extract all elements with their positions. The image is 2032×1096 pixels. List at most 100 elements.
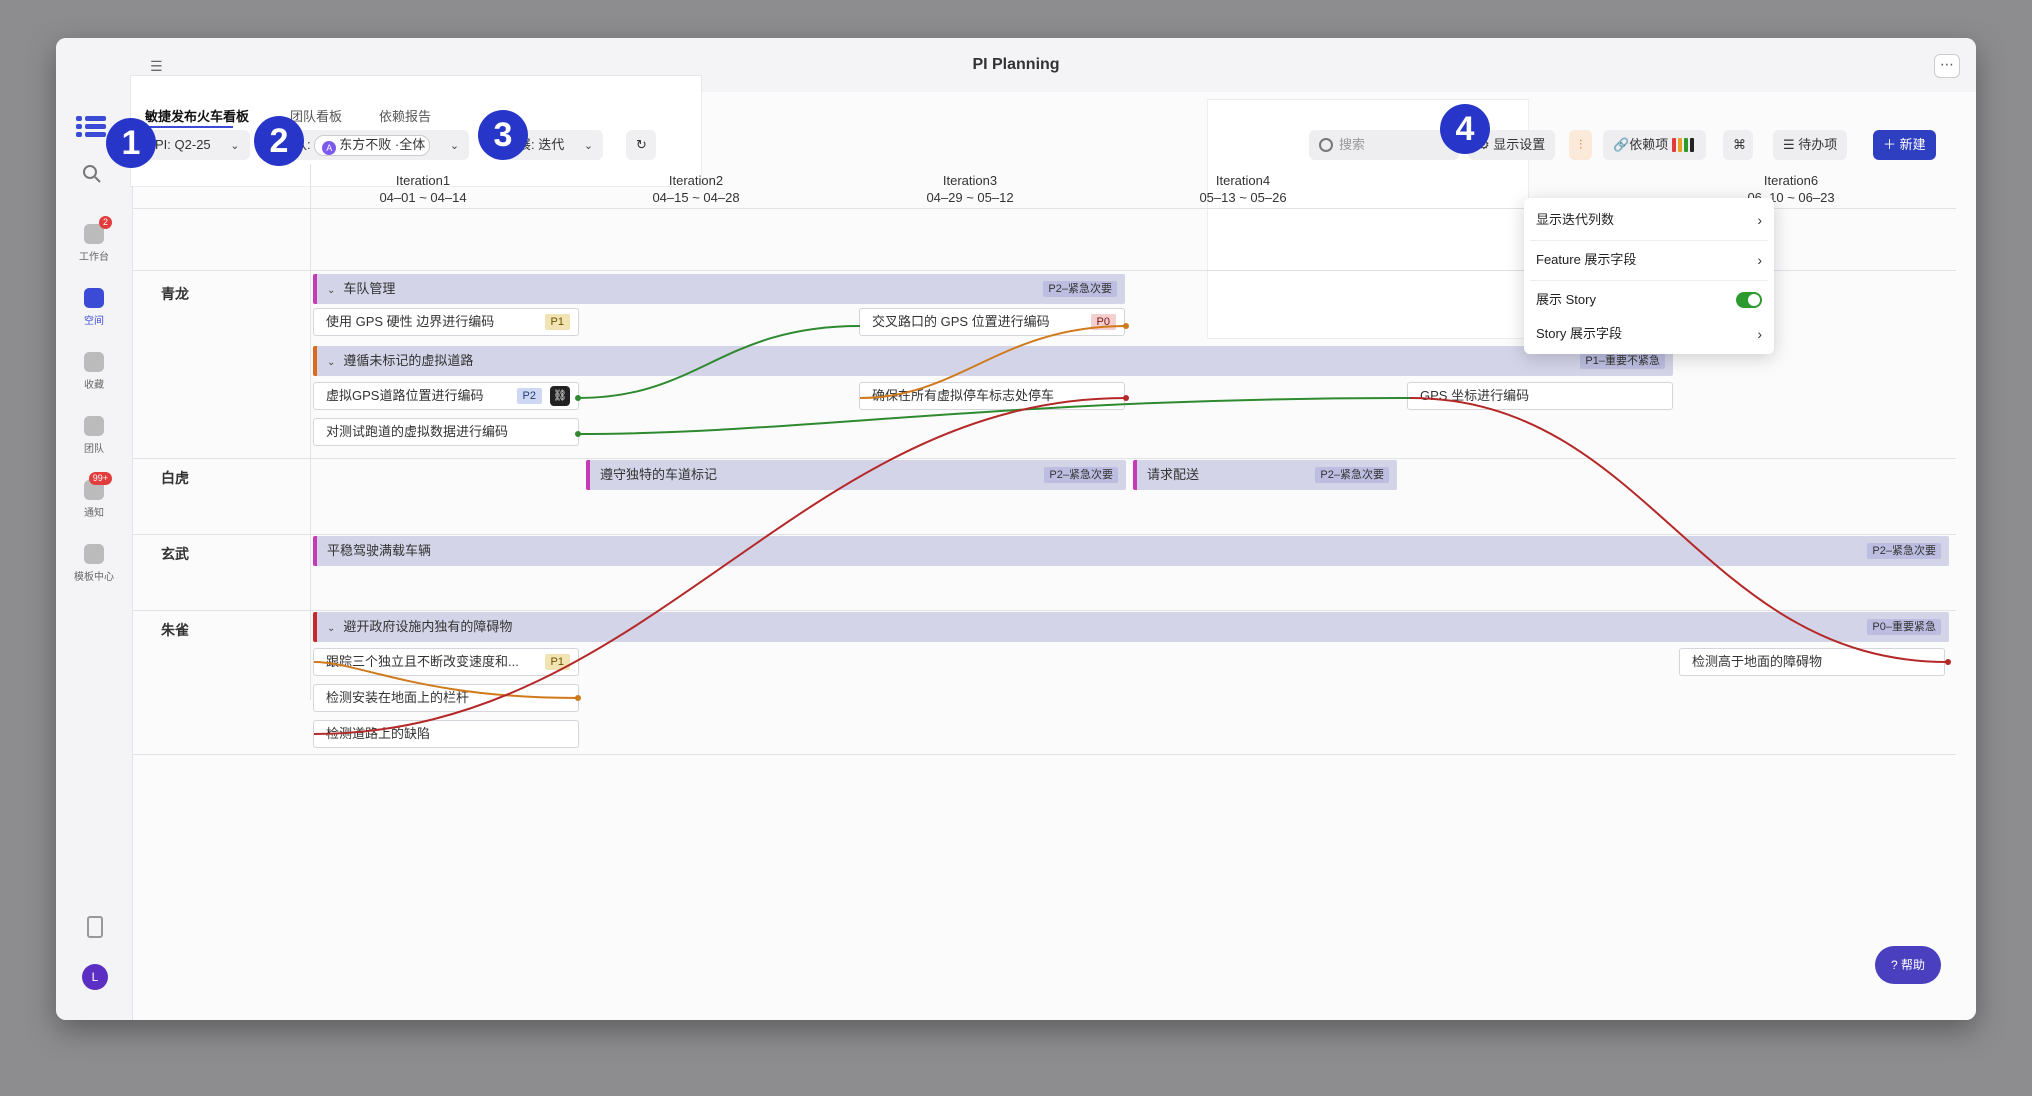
team-icon bbox=[84, 416, 104, 436]
iteration-range: 04–15 ~ 04–28 bbox=[652, 190, 740, 205]
iteration-name: Iteration4 bbox=[1215, 173, 1271, 188]
search-icon bbox=[1319, 138, 1333, 152]
feature-bar[interactable]: ⌄ 遵循未标记的虚拟道路 P1–重要不紧急 bbox=[313, 346, 1673, 376]
chevron-right-icon: › bbox=[1757, 326, 1762, 342]
priority-badge: P2–紧急次要 bbox=[1043, 281, 1117, 297]
story-card[interactable]: 检测道路上的缺陷 bbox=[313, 720, 579, 748]
story-card[interactable]: GPS 坐标进行编码 bbox=[1407, 382, 1673, 410]
refresh-button[interactable]: ↻ bbox=[626, 130, 656, 160]
story-title: GPS 坐标进行编码 bbox=[1420, 388, 1530, 403]
search-input[interactable]: 搜索 bbox=[1309, 130, 1459, 160]
link-icon[interactable]: ⛓ bbox=[550, 386, 570, 406]
active-tab-indicator bbox=[145, 126, 233, 128]
help-label: 帮助 bbox=[1901, 958, 1926, 972]
question-icon: ? bbox=[1890, 958, 1901, 972]
mobile-icon[interactable] bbox=[87, 916, 103, 938]
iteration-name: Iteration1 bbox=[395, 173, 451, 188]
feature-title: 遵守独特的车道标记 bbox=[600, 467, 718, 482]
swimlane-toggle-button[interactable]: ⫶ bbox=[1569, 130, 1593, 160]
refresh-icon: ↻ bbox=[636, 137, 647, 152]
sidebar-item-favorites[interactable]: 收藏 bbox=[56, 352, 132, 391]
tab-team-board[interactable]: 团队看板 bbox=[290, 106, 342, 125]
grid-icon bbox=[84, 544, 104, 564]
story-priority-tag: P1 bbox=[544, 314, 570, 330]
new-button[interactable]: ＋ 新建 bbox=[1873, 130, 1936, 160]
chevron-right-icon: › bbox=[1757, 252, 1762, 268]
feature-bar[interactable]: 遵守独特的车道标记 P2–紧急次要 bbox=[586, 460, 1126, 490]
menu-item-iteration-columns[interactable]: 显示迭代列数 › bbox=[1536, 210, 1762, 230]
story-title: 检测高于地面的障碍物 bbox=[1692, 654, 1823, 669]
menu-item-label: Feature 展示字段 bbox=[1536, 252, 1637, 267]
story-title: 使用 GPS 硬性 边界进行编码 bbox=[326, 314, 495, 329]
team-row-label: 青龙 bbox=[161, 286, 189, 302]
sidebar-item-team[interactable]: 团队 bbox=[56, 416, 132, 455]
main-content: 敏捷发布火车看板 团队看板 依赖报告 PI: Q2-25 ⌄ 团队: A东方不败… bbox=[131, 76, 1976, 1020]
help-button[interactable]: ? 帮助 bbox=[1875, 946, 1941, 984]
notification-badge: 2 bbox=[98, 216, 112, 229]
feature-bar[interactable]: 平稳驾驶满载车辆 P2–紧急次要 bbox=[313, 536, 1949, 566]
sidebar-item-templates[interactable]: 模板中心 bbox=[56, 544, 132, 583]
page-title: PI Planning bbox=[972, 56, 1060, 73]
sidebar-item-space[interactable]: 空间 bbox=[56, 288, 132, 327]
priority-badge: P1–重要不紧急 bbox=[1580, 353, 1665, 369]
sidebar-item-workbench[interactable]: 2 工作台 bbox=[56, 216, 132, 263]
chevron-down-icon: ⌄ bbox=[583, 140, 594, 152]
hierarchy-button[interactable]: ⌘ bbox=[1723, 130, 1753, 160]
tab-dependency-report[interactable]: 依赖报告 bbox=[379, 106, 431, 125]
avatar[interactable]: L bbox=[82, 964, 108, 990]
sidebar-item-label: 模板中心 bbox=[74, 572, 114, 583]
grid-column-divider bbox=[310, 164, 311, 700]
iteration-name: Iteration3 bbox=[942, 173, 998, 188]
story-card[interactable]: 确保在所有虚拟停车标志处停车 bbox=[859, 382, 1125, 410]
bell-icon: 99+ bbox=[84, 472, 112, 500]
dependencies-button[interactable]: 🔗依赖项 bbox=[1603, 130, 1707, 163]
callout-number: 2 bbox=[254, 116, 304, 166]
chevron-down-icon[interactable]: ⌄ bbox=[327, 614, 335, 642]
menu-item-feature-fields[interactable]: Feature 展示字段 › bbox=[1536, 250, 1762, 270]
feature-bar[interactable]: ⌄ 车队管理 P2–紧急次要 bbox=[313, 274, 1125, 304]
app-window: ☰ PI Planning ⋯ 2 工作台 空间 收藏 团队 99+ 通知 模板… bbox=[56, 38, 1976, 1020]
sidebar-item-label: 团队 bbox=[84, 444, 104, 455]
story-card[interactable]: 检测高于地面的障碍物 bbox=[1679, 648, 1945, 676]
feature-title: 请求配送 bbox=[1147, 467, 1200, 482]
tab-release-train-board[interactable]: 敏捷发布火车看板 bbox=[145, 106, 249, 125]
iteration-header-2: Iteration2 04–15 ~ 04–28 bbox=[596, 172, 796, 206]
team-filter-text: 东方不败 ·全体 bbox=[339, 137, 426, 152]
story-card[interactable]: 对测试跑道的虚拟数据进行编码 bbox=[313, 418, 579, 446]
new-label: 新建 bbox=[1899, 137, 1926, 152]
story-card[interactable]: 交叉路口的 GPS 位置进行编码 P0 bbox=[859, 308, 1125, 336]
iteration-name: Iteration6 bbox=[1763, 173, 1819, 188]
story-priority-tag: P1 bbox=[544, 654, 570, 670]
feature-bar[interactable]: ⌄ 避开政府设施内独有的障碍物 P0–重要紧急 bbox=[313, 612, 1949, 642]
team-row-label: 白虎 bbox=[161, 470, 189, 486]
feature-bar[interactable]: 请求配送 P2–紧急次要 bbox=[1133, 460, 1397, 490]
menu-item-show-story[interactable]: 展示 Story bbox=[1536, 290, 1762, 310]
story-priority-tag: P0 bbox=[1090, 314, 1116, 330]
grid-divider bbox=[133, 534, 1956, 535]
show-story-toggle[interactable] bbox=[1736, 292, 1762, 308]
callout-number: 3 bbox=[478, 110, 528, 160]
app-logo-icon bbox=[76, 116, 106, 137]
chevron-down-icon[interactable]: ⌄ bbox=[327, 348, 335, 376]
grid-divider bbox=[133, 754, 1956, 755]
pi-filter-label: PI: bbox=[155, 137, 171, 152]
more-options-button[interactable]: ⋯ bbox=[1934, 54, 1960, 78]
plus-icon: ＋ bbox=[1883, 137, 1900, 152]
menu-divider bbox=[1530, 240, 1768, 241]
space-icon bbox=[84, 288, 104, 308]
menu-item-story-fields[interactable]: Story 展示字段 › bbox=[1536, 324, 1762, 344]
dependency-legend bbox=[1672, 133, 1696, 163]
sidebar-item-notifications[interactable]: 99+ 通知 bbox=[56, 472, 132, 519]
iteration-range: 04–01 ~ 04–14 bbox=[379, 190, 467, 205]
story-card[interactable]: 使用 GPS 硬性 边界进行编码 P1 bbox=[313, 308, 579, 336]
story-card[interactable]: 检测安装在地面上的栏杆 bbox=[313, 684, 579, 712]
team-row-label: 玄武 bbox=[161, 546, 189, 562]
story-card[interactable]: 跟踪三个独立且不断改变速度和... P1 bbox=[313, 648, 579, 676]
chevron-down-icon[interactable]: ⌄ bbox=[327, 276, 335, 304]
pi-filter-select[interactable]: PI: Q2-25 ⌄ bbox=[145, 130, 250, 160]
pi-filter-value: Q2-25 bbox=[174, 137, 211, 152]
story-card[interactable]: 虚拟GPS道路位置进行编码 P2 ⛓ bbox=[313, 382, 579, 410]
todo-button[interactable]: ☰ 待办项 bbox=[1773, 130, 1848, 160]
search-icon[interactable] bbox=[82, 164, 102, 184]
todo-label: 待办项 bbox=[1798, 137, 1838, 152]
